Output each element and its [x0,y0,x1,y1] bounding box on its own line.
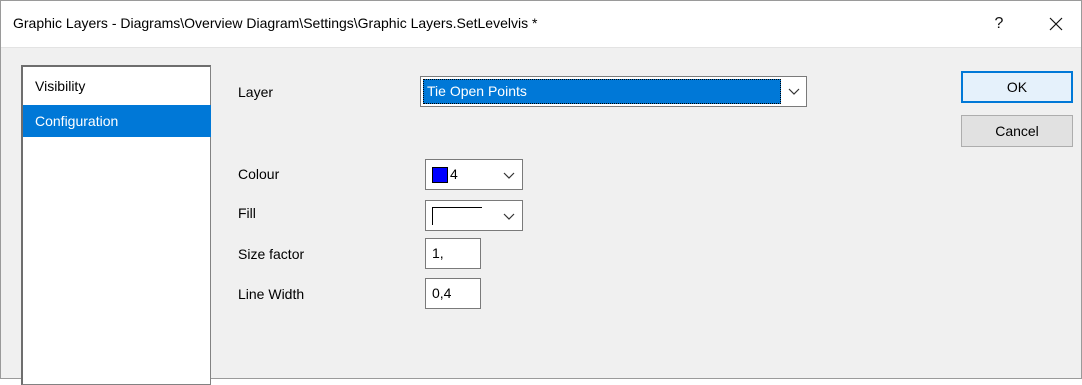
cancel-button[interactable]: Cancel [961,115,1073,147]
size-factor-input[interactable]: 1, [425,238,481,269]
layer-label: Layer [238,84,274,100]
nav-item-label: Visibility [35,78,86,94]
colour-value: 4 [450,166,458,182]
fill-pattern-swatch [432,207,482,225]
help-button[interactable]: ? [976,1,1022,47]
colour-label: Colour [238,166,280,182]
chevron-down-icon [503,213,515,220]
title-bar: Graphic Layers - Diagrams\Overview Diagr… [1,1,1081,48]
colour-dropdown[interactable]: 4 [425,159,523,190]
chevron-down-icon [788,88,800,95]
fill-dropdown[interactable] [425,200,523,231]
nav-item-visibility[interactable]: Visibility [23,70,211,102]
close-button[interactable] [1033,1,1079,47]
line-width-label: Line Width [238,286,305,302]
chevron-down-icon [503,172,515,179]
ok-button[interactable]: OK [961,71,1073,103]
close-icon [1049,17,1063,31]
colour-swatch [432,167,448,183]
line-width-input[interactable]: 0,4 [425,278,481,309]
fill-label: Fill [238,205,256,221]
size-factor-label: Size factor [238,246,305,262]
settings-nav-list: Visibility Configuration [21,65,211,385]
layer-dropdown[interactable]: Tie Open Points [420,76,807,107]
window-title: Graphic Layers - Diagrams\Overview Diagr… [13,15,538,31]
dialog-window: Graphic Layers - Diagrams\Overview Diagr… [0,0,1082,385]
help-icon: ? [994,15,1004,32]
nav-item-label: Configuration [35,113,119,129]
layer-selected-value: Tie Open Points [423,79,781,104]
nav-item-configuration[interactable]: Configuration [23,105,211,137]
